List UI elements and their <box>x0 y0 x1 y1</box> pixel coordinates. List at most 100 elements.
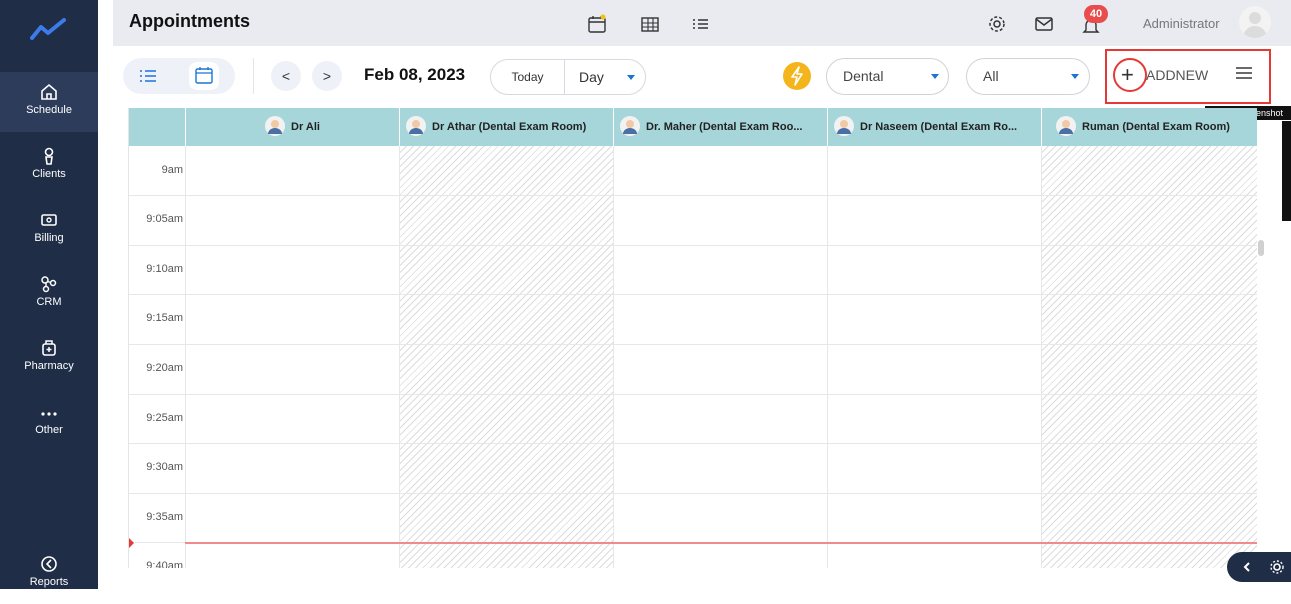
provider-column-header[interactable]: Dr. Maher (Dental Exam Roo... <box>613 108 827 146</box>
sidebar: Schedule Clients Billing CRM Pharmacy Ot… <box>0 0 98 589</box>
provider-name: Ruman (Dental Exam Room) <box>1082 121 1230 133</box>
sidebar-item-schedule[interactable]: Schedule <box>0 72 98 132</box>
calendar-icon <box>195 67 213 84</box>
calendar-grid: Dr Ali Dr Athar (Dental Exam Room) Dr. M… <box>128 108 1257 568</box>
grid-icon[interactable] <box>640 14 660 34</box>
doctor-avatar-icon <box>406 115 426 136</box>
screenshot-toolbar[interactable] <box>1282 121 1291 221</box>
sidebar-item-other[interactable]: Other <box>0 392 98 452</box>
filter-select-value: All <box>983 68 999 84</box>
user-avatar[interactable] <box>1239 6 1271 38</box>
bolt-icon[interactable] <box>783 62 811 90</box>
next-day-button[interactable]: > <box>312 61 342 91</box>
current-time-line <box>185 542 1257 544</box>
day-view-group: Today Day <box>490 59 646 95</box>
logo-icon <box>30 18 66 40</box>
time-label: 9:20am <box>146 362 183 374</box>
time-label: 9:35am <box>146 511 183 523</box>
view-select[interactable]: Day <box>579 60 604 94</box>
time-row-divider <box>129 344 1257 345</box>
chevron-down-icon <box>627 75 635 80</box>
time-label: 9:25am <box>146 412 183 424</box>
chevron-down-icon <box>1071 74 1079 79</box>
floating-settings-button[interactable] <box>1227 552 1291 582</box>
department-select[interactable]: Dental <box>826 58 949 95</box>
user-icon <box>44 147 54 165</box>
sidebar-item-reports[interactable]: Reports <box>0 544 98 604</box>
column-divider <box>185 146 186 568</box>
time-label: 9:05am <box>146 213 183 225</box>
time-label: 9am <box>161 164 183 176</box>
time-label: 9:30am <box>146 461 183 473</box>
provider-name: Dr Naseem (Dental Exam Ro... <box>860 121 1018 133</box>
top-header: Appointments 40 Administrator <box>113 0 1291 46</box>
column-divider <box>613 146 614 568</box>
time-row-divider <box>129 245 1257 246</box>
today-button[interactable]: Today <box>491 60 565 94</box>
time-label: 9:15am <box>146 312 183 324</box>
avatar-icon <box>1243 12 1267 38</box>
page-title: Appointments <box>129 11 250 31</box>
time-label: 9:40am <box>146 560 183 568</box>
time-row-divider <box>129 394 1257 395</box>
doctor-avatar-icon <box>834 115 854 136</box>
doctor-avatar-icon <box>1056 115 1076 136</box>
time-label: 9:10am <box>146 263 183 275</box>
current-date: Feb 08, 2023 <box>364 65 466 84</box>
sidebar-item-label: Pharmacy <box>24 360 74 372</box>
sidebar-item-label: Reports <box>29 576 69 588</box>
column-divider <box>827 146 828 568</box>
scrollbar[interactable] <box>1258 240 1264 256</box>
view-toggle <box>123 58 235 94</box>
provider-name: Dr Athar (Dental Exam Room) <box>432 121 587 133</box>
list-view-button[interactable] <box>133 62 163 90</box>
list-icon[interactable] <box>690 14 710 34</box>
sidebar-item-clients[interactable]: Clients <box>0 136 98 196</box>
pharmacy-icon <box>42 340 56 356</box>
add-new-label[interactable]: ADDNEW <box>1146 67 1208 83</box>
time-row-divider <box>129 195 1257 196</box>
filter-select[interactable]: All <box>966 58 1090 95</box>
unavailable-column <box>1042 146 1257 568</box>
provider-name: Dr Ali <box>291 121 320 133</box>
provider-column-header[interactable]: Ruman (Dental Exam Room) <box>1041 108 1257 146</box>
money-icon <box>41 214 57 226</box>
sidebar-item-pharmacy[interactable]: Pharmacy <box>0 328 98 388</box>
sidebar-item-label: Billing <box>34 232 64 244</box>
provider-column-header[interactable]: Dr Naseem (Dental Exam Ro... <box>827 108 1041 146</box>
provider-column-header[interactable]: Dr Ali <box>185 108 399 146</box>
doctor-avatar-icon <box>620 115 640 136</box>
mail-icon[interactable] <box>1034 14 1054 34</box>
divider <box>253 58 254 94</box>
calendar-icon[interactable] <box>587 14 607 34</box>
sidebar-item-label: Schedule <box>26 104 72 116</box>
plus-icon: + <box>1121 62 1134 87</box>
sidebar-item-label: Clients <box>32 168 66 180</box>
chevron-down-icon <box>931 74 939 79</box>
provider-column-header[interactable]: Dr Athar (Dental Exam Room) <box>399 108 613 146</box>
column-divider <box>1041 146 1042 568</box>
sidebar-item-billing[interactable]: Billing <box>0 200 98 260</box>
sidebar-item-crm[interactable]: CRM <box>0 264 98 324</box>
notification-badge: 40 <box>1084 5 1108 23</box>
provider-name: Dr. Maher (Dental Exam Roo... <box>646 121 803 133</box>
calendar-toolbar: < > Feb 08, 2023 Today Day Dental All + … <box>113 46 1291 108</box>
user-name[interactable]: Administrator <box>1143 16 1220 31</box>
time-row-divider <box>129 443 1257 444</box>
more-icon <box>41 412 57 416</box>
doctor-avatar-icon <box>265 115 286 136</box>
home-icon <box>41 83 57 100</box>
department-select-value: Dental <box>843 68 884 84</box>
current-time-marker <box>129 538 134 548</box>
unavailable-column <box>400 146 613 568</box>
crm-icon <box>41 276 57 293</box>
prev-day-button[interactable]: < <box>271 61 301 91</box>
column-divider <box>399 146 400 568</box>
sidebar-item-label: Other <box>35 424 63 436</box>
calendar-view-button[interactable] <box>189 62 219 90</box>
chevron-left-icon <box>1243 560 1284 574</box>
hamburger-menu-icon[interactable] <box>1235 66 1253 80</box>
gear-icon[interactable] <box>987 14 1007 34</box>
time-row-divider <box>129 294 1257 295</box>
reports-icon <box>41 556 57 572</box>
